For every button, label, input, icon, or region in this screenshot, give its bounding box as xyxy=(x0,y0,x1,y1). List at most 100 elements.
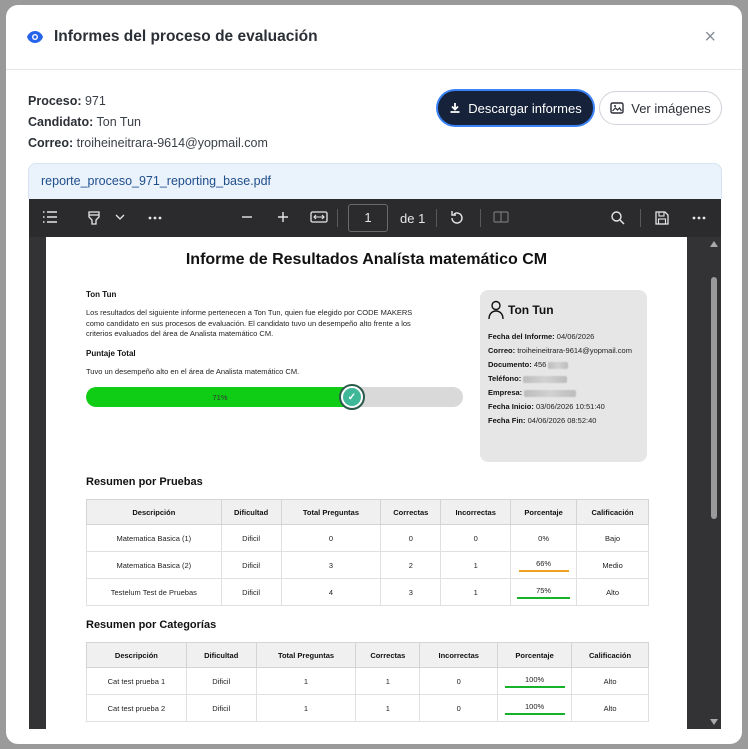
table-header: Correctas xyxy=(355,642,421,668)
categorias-title: Resumen por Categorías xyxy=(86,619,217,631)
view-images-label: Ver imágenes xyxy=(631,100,711,116)
table-cell: 100% xyxy=(497,694,573,722)
table-row: Cat test prueba 1 Dificil 1 1 0 100% Alto xyxy=(86,667,649,695)
scroll-thumb[interactable] xyxy=(711,277,717,519)
modal-title: Informes del proceso de evaluación xyxy=(54,28,318,45)
image-icon xyxy=(610,102,624,114)
eye-icon xyxy=(26,27,46,47)
table-cell: 0 xyxy=(419,694,499,722)
percentage-underline xyxy=(504,712,565,715)
download-reports-button[interactable]: Descargar informes xyxy=(438,91,593,125)
pdf-viewer[interactable]: 1 de 1 Informe de Resultados Analísta ma… xyxy=(29,199,721,729)
file-name: reporte_proceso_971_reporting_base.pdf xyxy=(28,163,722,199)
modal-header: Informes del proceso de evaluación × xyxy=(6,5,742,70)
table-cell: 0 xyxy=(440,524,512,552)
toolbar-divider xyxy=(337,209,338,227)
more-options-icon[interactable] xyxy=(691,211,707,225)
card-fecha-inicio: Fecha Inicio: 03/06/2026 10:51:40 xyxy=(488,402,605,411)
table-header: Dificultad xyxy=(185,642,257,668)
table-row: Testelum Test de Pruebas Dificil 4 3 1 75% Alt… xyxy=(86,578,649,606)
score-progress-bar: 71% xyxy=(86,387,463,407)
table-cell: Dificil xyxy=(185,694,257,722)
percentage-underline xyxy=(504,685,565,688)
scroll-up-icon[interactable] xyxy=(710,241,718,247)
table-cell: 4 xyxy=(280,578,382,606)
search-icon[interactable] xyxy=(610,210,626,226)
table-header: Descripción xyxy=(86,642,187,668)
pdf-scrollbar[interactable] xyxy=(707,237,721,729)
page-count-label: de 1 xyxy=(400,211,426,226)
table-cell: 1 xyxy=(255,694,357,722)
table-cell: Alto xyxy=(571,694,649,722)
table-header: Incorrectas xyxy=(440,499,512,525)
table-cell: Dificil xyxy=(220,524,282,552)
toolbar-divider xyxy=(480,209,481,227)
table-row: Matematica Basica (1) Dificil 0 0 0 0% Bajo xyxy=(86,524,649,552)
table-header: Descripción xyxy=(86,499,222,525)
percentage-underline xyxy=(518,569,569,572)
candidate-card: Ton Tun Fecha del Informe: 04/06/2026 Co… xyxy=(480,290,647,462)
correo-value: troiheineitrara-9614@yopmail.com xyxy=(76,136,268,150)
score-heading: Puntaje Total xyxy=(86,349,136,358)
report-title: Informe de Resultados Analísta matemátic… xyxy=(185,251,548,268)
view-images-button[interactable]: Ver imágenes xyxy=(599,91,722,125)
pruebas-table: Descripción Dificultad Total Preguntas Corr… xyxy=(86,499,649,606)
redacted-value xyxy=(523,375,568,383)
scroll-down-icon[interactable] xyxy=(710,719,718,725)
close-icon[interactable]: × xyxy=(704,27,716,47)
correo-label: Correo: xyxy=(28,136,74,150)
report-candidate-name: Ton Tun xyxy=(86,290,117,299)
card-fecha-fin: Fecha Fin: 04/06/2026 08:52:40 xyxy=(488,416,597,425)
zoom-out-icon[interactable] xyxy=(240,210,254,224)
more-tools-icon[interactable] xyxy=(147,211,163,225)
check-badge-icon: ✓ xyxy=(339,384,365,410)
table-cell: Medio xyxy=(576,551,649,579)
table-header: Porcentaje xyxy=(497,642,573,668)
table-header: Incorrectas xyxy=(419,642,499,668)
percentage-value: 66% xyxy=(536,558,552,568)
download-icon xyxy=(450,103,460,113)
toolbar-divider xyxy=(640,209,641,227)
table-row: Matematica Basica (2) Dificil 3 2 1 66% Medio xyxy=(86,551,649,579)
pruebas-title: Resumen por Pruebas xyxy=(86,476,203,488)
highlighter-icon[interactable] xyxy=(86,210,102,226)
table-header: Calificación xyxy=(576,499,649,525)
table-header: Correctas xyxy=(380,499,442,525)
zoom-in-icon[interactable] xyxy=(276,210,290,224)
card-correo: Correo: troiheineitrara-9614@yopmail.com xyxy=(488,346,632,355)
contents-icon[interactable] xyxy=(42,210,58,224)
table-cell: 75% xyxy=(510,578,578,606)
table-cell: 3 xyxy=(280,551,382,579)
page-view-icon[interactable] xyxy=(493,210,509,224)
score-progress-label: 71% xyxy=(212,393,228,402)
table-row: Cat test prueba 2 Dificil 1 1 0 100% Alto xyxy=(86,694,649,722)
rotate-icon[interactable] xyxy=(449,210,465,226)
categorias-table: Descripción Dificultad Total Preguntas Corr… xyxy=(86,642,649,722)
table-cell: 100% xyxy=(497,667,573,695)
table-header: Total Preguntas xyxy=(280,499,382,525)
proceso-value: 971 xyxy=(84,94,106,108)
page-number-input[interactable]: 1 xyxy=(348,204,388,232)
card-fecha-informe: Fecha del Informe: 04/06/2026 xyxy=(488,332,595,341)
table-cell: Testelum Test de Pruebas xyxy=(86,578,222,606)
percentage-value: 100% xyxy=(525,674,545,684)
card-candidate-name: Ton Tun xyxy=(508,303,554,317)
percentage-value: 75% xyxy=(536,585,552,595)
card-candidate: Ton Tun xyxy=(488,300,639,320)
table-cell: 2 xyxy=(380,551,442,579)
table-header: Calificación xyxy=(571,642,649,668)
user-icon xyxy=(488,300,504,320)
download-reports-label: Descargar informes xyxy=(468,100,582,116)
table-cell: Cat test prueba 2 xyxy=(86,694,187,722)
redacted-value xyxy=(548,361,569,369)
table-cell: 0 xyxy=(419,667,499,695)
save-icon[interactable] xyxy=(654,210,670,226)
chevron-down-icon[interactable] xyxy=(115,213,125,221)
table-cell: 3 xyxy=(380,578,442,606)
table-cell: Matematica Basica (1) xyxy=(86,524,222,552)
table-cell: 1 xyxy=(355,694,421,722)
pdf-page: Informe de Resultados Analísta matemátic… xyxy=(46,237,687,729)
table-cell: 1 xyxy=(255,667,357,695)
table-cell: 0 xyxy=(280,524,382,552)
fit-width-icon[interactable] xyxy=(310,210,328,224)
